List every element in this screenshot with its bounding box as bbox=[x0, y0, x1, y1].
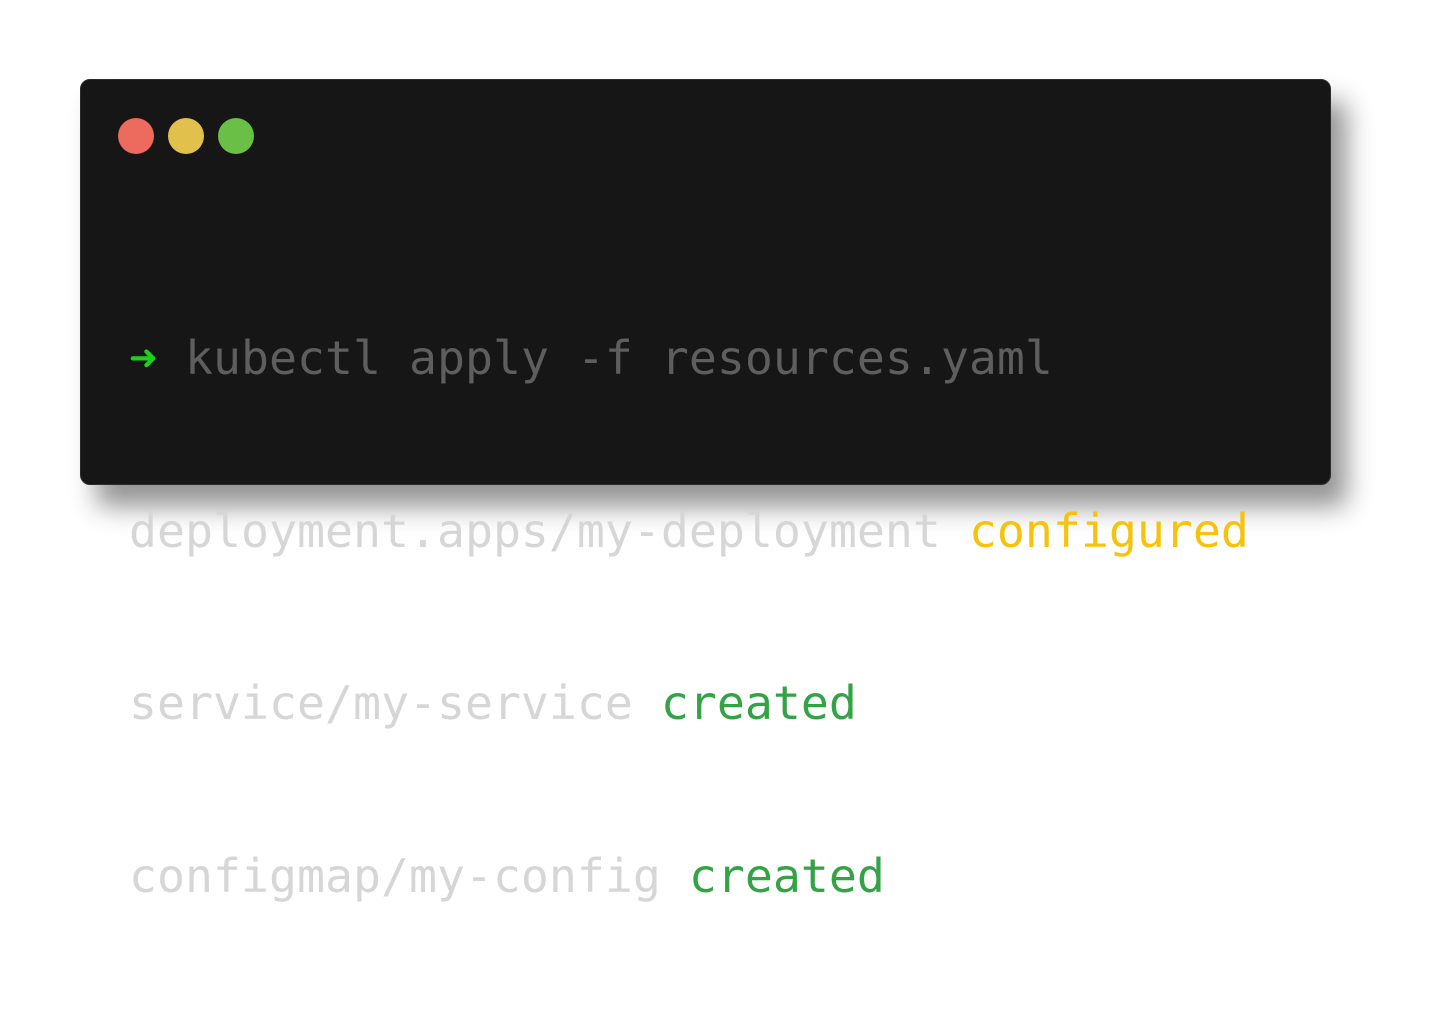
terminal-output[interactable]: ➜ kubectl apply -f resources.yaml deploy… bbox=[129, 215, 1249, 1020]
resource-name: configmap/my-config bbox=[129, 848, 661, 903]
status-text: configured bbox=[968, 503, 1249, 558]
command-line: ➜ kubectl apply -f resources.yaml bbox=[129, 330, 1249, 388]
close-button[interactable] bbox=[118, 118, 154, 154]
status-text: created bbox=[660, 676, 857, 730]
window-controls bbox=[118, 118, 254, 154]
prompt-arrow-icon: ➜ bbox=[129, 331, 157, 385]
terminal-window: ➜ kubectl apply -f resources.yaml deploy… bbox=[80, 79, 1331, 903]
output-line: service/my-service created bbox=[129, 675, 1249, 733]
command-text: kubectl apply -f resources.yaml bbox=[185, 331, 1053, 385]
status-text: created bbox=[688, 848, 885, 903]
maximize-button[interactable] bbox=[218, 118, 254, 154]
minimize-button[interactable] bbox=[168, 118, 204, 154]
resource-name: service/my-service bbox=[129, 676, 633, 730]
output-line: deployment.apps/my-deployment configured bbox=[129, 503, 1249, 561]
output-line: configmap/my-config created bbox=[129, 848, 1249, 906]
resource-name: deployment.apps/my-deployment bbox=[129, 503, 941, 558]
